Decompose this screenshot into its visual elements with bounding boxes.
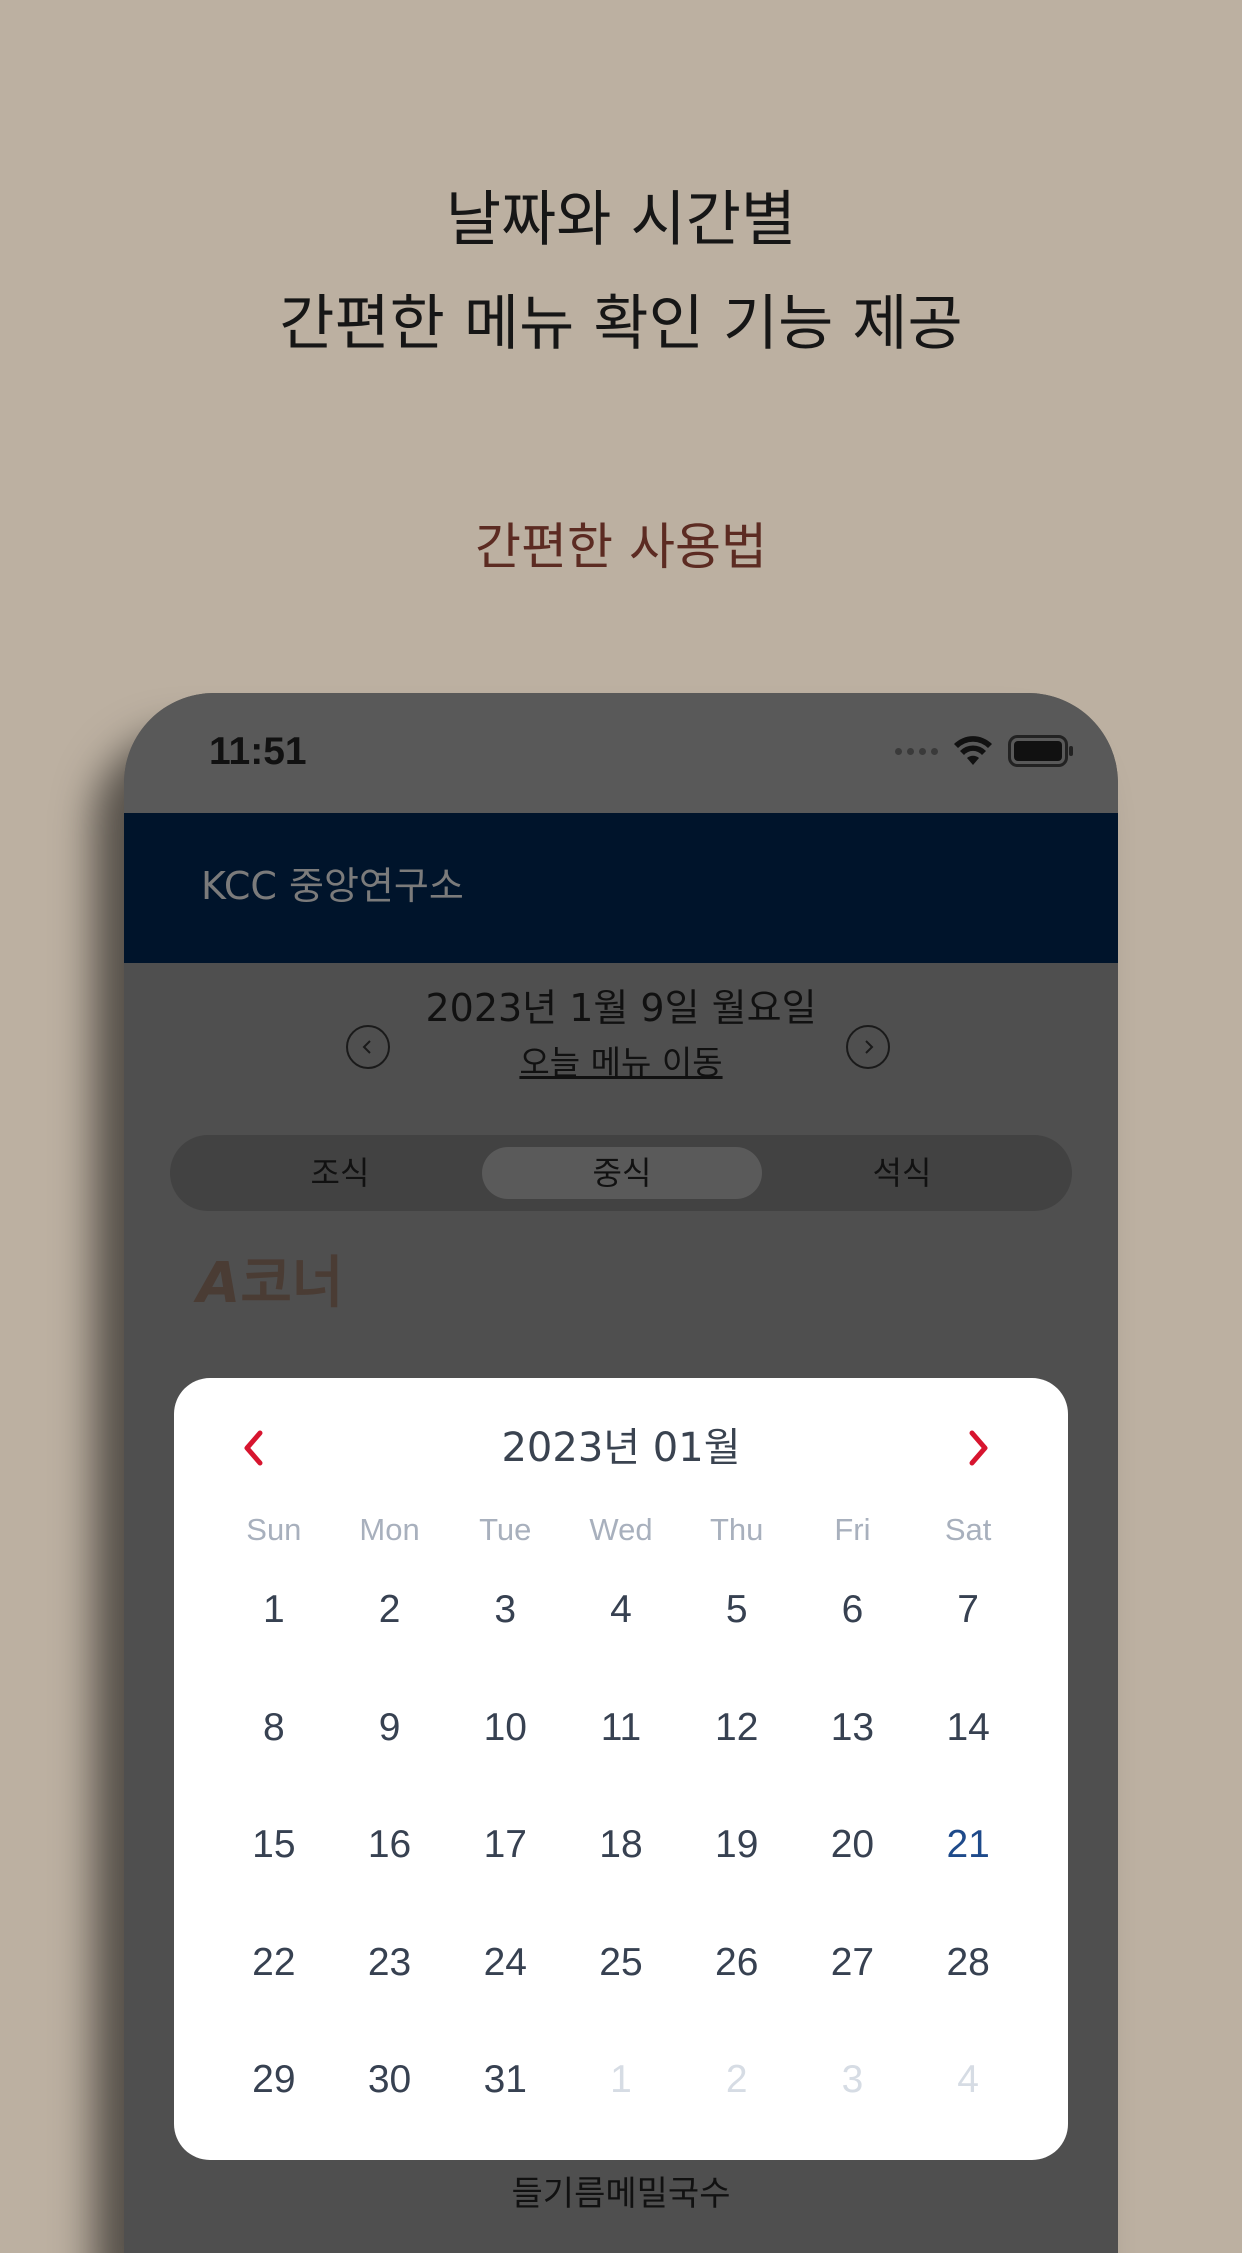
corner-letter: A	[197, 1251, 241, 1316]
calendar-day-outside-month: 2	[725, 2058, 748, 2101]
next-day-button[interactable]	[846, 1025, 890, 1069]
calendar-day[interactable]: 14	[910, 1703, 1026, 1821]
calendar-day[interactable]: 9	[332, 1703, 448, 1821]
calendar-day[interactable]: 2	[332, 1585, 448, 1703]
headline-line-2: 간편한 메뉴 확인 기능 제공	[279, 289, 963, 359]
chevron-right-icon	[865, 1040, 874, 1054]
calendar-month-title: 2023년 01월	[501, 1425, 741, 1471]
calendar-day-outside-month: 1	[610, 2058, 632, 2101]
weekday-label: Sat	[944, 1512, 992, 1547]
calendar-day[interactable]: 29	[216, 2055, 332, 2173]
calendar-day-outside-month: 4	[957, 2058, 979, 2101]
app-bar: KCC 중앙연구소	[124, 813, 1118, 963]
status-icons	[895, 735, 1074, 767]
wifi-icon	[954, 736, 992, 765]
calendar-day-outside-month: 3	[841, 2058, 864, 2101]
chevron-left-icon	[362, 1040, 371, 1054]
headline-line-1: 날짜와 시간별	[445, 185, 797, 255]
calendar-day[interactable]: 10	[447, 1703, 563, 1821]
calendar-day[interactable]: 8	[216, 1703, 332, 1821]
calendar-day[interactable]: 3	[447, 1585, 563, 1703]
calendar-day[interactable]: 12	[679, 1703, 795, 1821]
calendar-day[interactable]: 13	[795, 1703, 911, 1821]
calendar-day[interactable]: 1	[216, 1585, 332, 1703]
calendar-day[interactable]: 28	[910, 1938, 1026, 2056]
signal-dots-icon	[895, 747, 938, 755]
calendar-day[interactable]: 30	[332, 2055, 448, 2173]
calendar-header: 2023년 01월	[174, 1418, 1068, 1478]
today-menu-link[interactable]: 오늘 메뉴 이동	[124, 1041, 1118, 1085]
calendar-day[interactable]: 26	[679, 1938, 795, 2056]
calendar-day[interactable]: 5	[679, 1585, 795, 1703]
status-bar: 11:51	[124, 693, 1118, 813]
calendar-day[interactable]: 21	[910, 1820, 1026, 1938]
calendar-day[interactable]: 27	[795, 1938, 911, 2056]
calendar-day[interactable]: 23	[332, 1938, 448, 2056]
calendar-day[interactable]: 31	[447, 2055, 563, 2173]
battery-icon	[1008, 735, 1073, 767]
meal-segmented-control: 조식 중식 석식	[170, 1135, 1072, 1211]
status-time: 11:51	[209, 730, 307, 773]
app-title: KCC 중앙연구소	[201, 864, 464, 908]
dish-name: 들기름메밀국수	[511, 2174, 731, 2214]
next-month-button[interactable]	[948, 1418, 1008, 1478]
weekday-row: Sun Mon Tue Wed Thu Fri Sat	[174, 1510, 1068, 1550]
chevron-right-icon	[969, 1430, 988, 1466]
weekday-label: Thu	[709, 1512, 764, 1547]
calendar-day[interactable]: 7	[910, 1585, 1026, 1703]
calendar-day[interactable]: 19	[679, 1820, 795, 1938]
prev-day-button[interactable]	[346, 1025, 390, 1069]
calendar-day[interactable]: 22	[216, 1938, 332, 2056]
calendar-day[interactable]: 17	[447, 1820, 563, 1938]
weekday-label: Fri	[834, 1512, 871, 1547]
corner-heading: A코너	[197, 1249, 343, 1319]
calendar-days-grid: 1 2 3 4 5 6 7 8 9 10 11 12 13 14 15 16 17 18 19 20 21 22 23 24 2…	[174, 1585, 1068, 2173]
calendar-popup: 2023년 01월 Sun Mon Tue Wed Thu Fri Sat 12…	[174, 1378, 1068, 2160]
weekday-label: Sun	[246, 1512, 302, 1547]
calendar-day[interactable]: 11	[563, 1703, 679, 1821]
calendar-day[interactable]: 6	[795, 1585, 911, 1703]
calendar-day[interactable]: 16	[332, 1820, 448, 1938]
calendar-day[interactable]: 4	[563, 1585, 679, 1703]
tab-lunch[interactable]: 중식	[482, 1147, 762, 1199]
calendar-day[interactable]: 15	[216, 1820, 332, 1938]
weekday-label: Wed	[589, 1512, 653, 1547]
date-navigator: 2023년 1월 9일 월요일 오늘 메뉴 이동	[124, 983, 1118, 1103]
weekday-label: Mon	[359, 1512, 420, 1547]
current-date: 2023년 1월 9일 월요일	[425, 986, 817, 1030]
tab-dinner[interactable]: 석식	[762, 1147, 1042, 1199]
headline: 날짜와 시간별 간편한 메뉴 확인 기능 제공	[0, 168, 1242, 376]
subhead: 간편한 사용법	[475, 518, 767, 576]
calendar-day[interactable]: 25	[563, 1938, 679, 2056]
calendar-day[interactable]: 20	[795, 1820, 911, 1938]
weekday-label: Tue	[479, 1512, 532, 1547]
calendar-day[interactable]: 18	[563, 1820, 679, 1938]
corner-suffix: 코너	[240, 1251, 344, 1316]
calendar-day[interactable]: 24	[447, 1938, 563, 2056]
tab-breakfast[interactable]: 조식	[200, 1147, 480, 1199]
